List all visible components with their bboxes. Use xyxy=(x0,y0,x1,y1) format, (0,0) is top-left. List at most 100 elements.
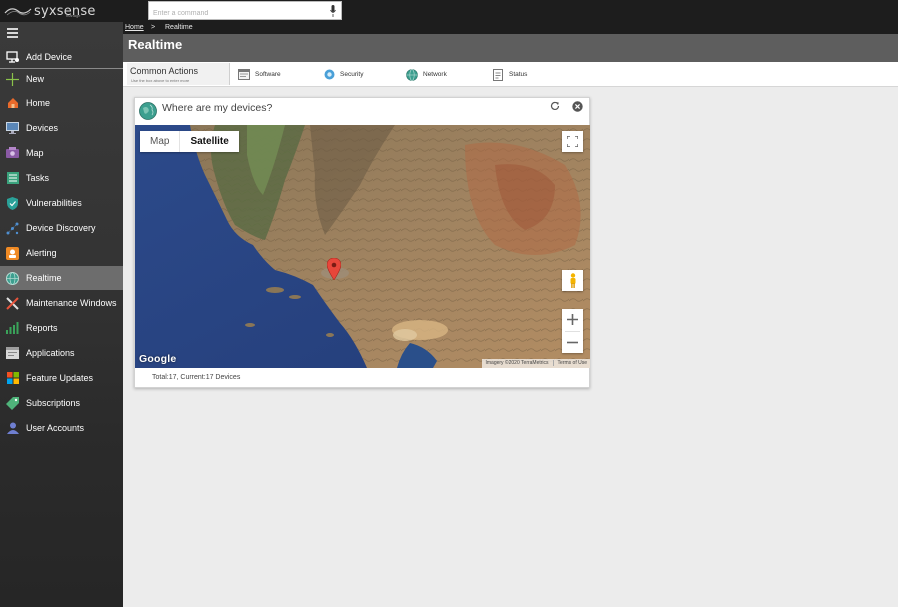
devices-map-widget: Where are my devices? Map Satellite Goog… xyxy=(134,97,590,388)
sidebar-item-label: Tasks xyxy=(26,173,50,183)
sidebar-item-label: Device Discovery xyxy=(26,223,96,233)
sidebar-item-label: Alerting xyxy=(26,248,57,258)
breadcrumb-home-link[interactable]: Home xyxy=(125,24,144,31)
satellite-map[interactable]: Map Satellite Google Imagery ©2020 Terra… xyxy=(135,125,590,368)
imagery-credit: Imagery ©2020 TerraMetrics xyxy=(485,360,549,366)
command-search[interactable] xyxy=(148,1,342,22)
sidebar-item-alerting[interactable]: Alerting xyxy=(0,241,123,265)
globe-icon xyxy=(6,271,19,285)
tag-icon xyxy=(6,396,19,410)
action-label: Status xyxy=(509,71,528,78)
sidebar-item-add-device[interactable]: Add Device xyxy=(0,45,123,69)
discovery-icon xyxy=(6,222,19,235)
network-icon xyxy=(406,68,418,81)
breadcrumb: Home > Realtime xyxy=(123,22,898,34)
sidebar: Add Device New Home Devices Map Tasks Vu… xyxy=(0,22,123,607)
sidebar-item-devices[interactable]: Devices xyxy=(0,116,123,140)
syxsense-logo[interactable]: syxsense xyxy=(4,2,96,20)
sidebar-item-label: New xyxy=(26,74,45,84)
refresh-icon[interactable] xyxy=(550,101,560,111)
sidebar-item-home[interactable]: Home xyxy=(0,91,123,115)
sidebar-item-label: Add Device xyxy=(26,51,73,62)
map-attribution: Imagery ©2020 TerraMetrics Terms of Use xyxy=(482,359,590,368)
action-security[interactable]: Security xyxy=(323,67,363,82)
pegman-icon xyxy=(570,273,575,288)
map-marker-icon[interactable] xyxy=(327,258,341,280)
zoom-out-button[interactable] xyxy=(562,332,583,354)
map-icon xyxy=(6,147,19,160)
plus-icon xyxy=(567,314,578,326)
sidebar-item-feature-updates[interactable]: Feature Updates xyxy=(0,366,123,390)
widget-title: Where are my devices? xyxy=(162,102,273,114)
sidebar-item-tasks[interactable]: Tasks xyxy=(0,166,123,190)
sidebar-item-label: Realtime xyxy=(26,273,62,283)
sidebar-item-label: Home xyxy=(26,98,51,108)
breadcrumb-separator: > xyxy=(151,24,156,31)
sidebar-item-new[interactable]: New xyxy=(0,67,123,91)
action-network[interactable]: Network xyxy=(406,67,447,82)
common-actions-label-box: Common Actions Use the box above to ente… xyxy=(127,63,230,85)
action-label: Security xyxy=(340,71,364,78)
sidebar-item-applications[interactable]: Applications xyxy=(0,341,123,365)
widget-header: Where are my devices? xyxy=(135,98,589,125)
monitor-icon xyxy=(6,122,19,135)
street-view-pegman-button[interactable] xyxy=(562,270,583,291)
sidebar-item-label: Maintenance Windows xyxy=(26,298,117,308)
common-actions-bar: Common Actions Use the box above to ente… xyxy=(123,62,898,87)
sidebar-item-vulnerabilities[interactable]: Vulnerabilities xyxy=(0,191,123,215)
sidebar-item-map[interactable]: Map xyxy=(0,141,123,165)
sidebar-item-realtime[interactable]: Realtime xyxy=(0,266,123,290)
logo-swoosh-icon xyxy=(4,8,32,16)
map-type-satellite-button[interactable]: Satellite xyxy=(179,131,238,152)
windows-icon xyxy=(6,372,19,385)
device-count: Total:17, Current:17 Devices xyxy=(152,374,241,381)
sidebar-item-label: Feature Updates xyxy=(26,373,94,383)
action-status[interactable]: Status xyxy=(492,67,527,82)
title-bar: Realtime xyxy=(123,34,898,62)
zoom-controls xyxy=(562,309,583,353)
sidebar-item-device-discovery[interactable]: Device Discovery xyxy=(0,216,123,240)
security-icon xyxy=(323,69,335,81)
action-software[interactable]: Software xyxy=(238,67,281,82)
map-type-map-button[interactable]: Map xyxy=(140,131,179,152)
chart-icon xyxy=(6,322,19,335)
user-icon xyxy=(6,422,19,435)
close-icon[interactable] xyxy=(572,101,583,112)
microphone-icon[interactable] xyxy=(330,5,336,17)
status-icon xyxy=(492,68,504,81)
minus-icon xyxy=(567,341,578,344)
zoom-in-button[interactable] xyxy=(562,309,583,331)
applications-icon xyxy=(6,347,19,360)
common-actions-title: Common Actions xyxy=(130,66,199,76)
sidebar-item-reports[interactable]: Reports xyxy=(0,316,123,340)
software-icon xyxy=(238,69,250,81)
sidebar-item-maintenance-windows[interactable]: Maintenance Windows xyxy=(0,291,123,315)
sidebar-item-label: Applications xyxy=(26,348,75,358)
tools-icon xyxy=(6,296,19,310)
common-actions-subtitle: Use the box above to enter more xyxy=(131,78,190,83)
globe-icon xyxy=(139,102,157,120)
fullscreen-icon xyxy=(567,136,578,147)
action-label: Software xyxy=(255,71,281,78)
shield-icon xyxy=(6,196,19,210)
hamburger-menu-icon[interactable] xyxy=(7,28,18,38)
sidebar-item-label: Reports xyxy=(26,323,58,333)
sidebar-item-user-accounts[interactable]: User Accounts xyxy=(0,416,123,440)
home-icon xyxy=(6,97,19,110)
command-input[interactable] xyxy=(149,5,319,22)
sidebar-item-subscriptions[interactable]: Subscriptions xyxy=(0,391,123,415)
sidebar-item-label: Vulnerabilities xyxy=(26,198,82,208)
add-device-icon xyxy=(6,50,19,63)
fullscreen-button[interactable] xyxy=(562,131,583,152)
tasks-icon xyxy=(6,172,19,185)
terms-of-use-link[interactable]: Terms of Use xyxy=(552,360,587,366)
plus-icon xyxy=(6,72,19,86)
top-bar: syxsense manage xyxy=(0,0,898,22)
action-label: Network xyxy=(423,71,447,78)
alert-icon xyxy=(6,246,19,260)
google-logo: Google xyxy=(139,353,177,365)
satellite-terrain-image[interactable] xyxy=(135,125,590,368)
logo-subtitle: manage xyxy=(66,13,81,18)
page-title: Realtime xyxy=(128,37,183,52)
map-type-toggle: Map Satellite xyxy=(140,131,239,152)
